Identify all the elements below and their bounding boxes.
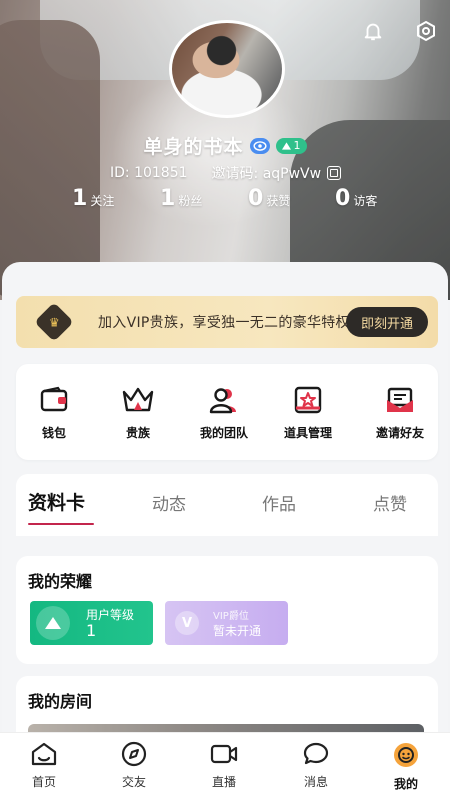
honor-section: 我的荣耀 用户等级 1 V VIP爵位 暂未开通 bbox=[16, 556, 438, 664]
vip-activate-button[interactable]: 即刻开通 bbox=[346, 307, 428, 337]
home-icon bbox=[31, 742, 57, 766]
tab-works[interactable]: 作品 bbox=[262, 490, 296, 515]
nav-home[interactable]: 首页 bbox=[14, 741, 74, 790]
tools-grid: 钱包 贵族 我的团队 道具管理 邀请好友 bbox=[16, 364, 438, 460]
tab-active-underline bbox=[28, 523, 94, 525]
compass-icon bbox=[121, 741, 147, 767]
vip-crown-icon: ♛ bbox=[34, 302, 74, 342]
tab-profile-card[interactable]: 资料卡 bbox=[28, 488, 85, 515]
invite-icon bbox=[387, 387, 413, 412]
tool-team[interactable]: 我的团队 bbox=[184, 386, 264, 441]
level-badge: 1 bbox=[275, 137, 307, 154]
nickname-row: 单身的书本 1 bbox=[0, 132, 450, 159]
profile-tabs: 资料卡 动态 作品 点赞 bbox=[16, 474, 438, 536]
stat-likes[interactable]: 0 获赞 bbox=[248, 186, 290, 211]
vip-v-icon: V bbox=[175, 611, 199, 635]
nav-live[interactable]: 直播 bbox=[194, 741, 254, 790]
tool-wallet[interactable]: 钱包 bbox=[14, 386, 94, 441]
tool-props[interactable]: 道具管理 bbox=[268, 386, 348, 441]
copy-icon[interactable] bbox=[327, 166, 342, 180]
crown-icon bbox=[122, 387, 154, 412]
tab-moments[interactable]: 动态 bbox=[152, 490, 186, 515]
invite-code: 邀请码: aqPwVw bbox=[211, 166, 322, 182]
nickname: 单身的书本 bbox=[143, 136, 244, 158]
avatar[interactable] bbox=[169, 20, 285, 118]
team-icon bbox=[209, 388, 236, 414]
nav-friends[interactable]: 交友 bbox=[104, 741, 164, 790]
chat-icon bbox=[303, 742, 329, 765]
stat-fans[interactable]: 1 粉丝 bbox=[160, 186, 202, 211]
props-icon bbox=[294, 386, 322, 414]
settings-icon[interactable] bbox=[413, 18, 439, 44]
tool-invite[interactable]: 邀请好友 bbox=[360, 386, 440, 441]
verified-icon bbox=[249, 137, 270, 154]
nav-me[interactable]: 我的 bbox=[376, 741, 436, 792]
wallet-icon bbox=[40, 386, 68, 412]
tab-likes[interactable]: 点赞 bbox=[373, 490, 407, 515]
tool-noble[interactable]: 贵族 bbox=[98, 386, 178, 441]
vip-rank-card[interactable]: V VIP爵位 暂未开通 bbox=[165, 601, 288, 645]
vip-banner-text: 加入VIP贵族，享受独一无二的豪华特权 bbox=[98, 315, 350, 331]
user-id: ID: 101851 bbox=[110, 165, 188, 181]
vip-banner[interactable]: ♛ 加入VIP贵族，享受独一无二的豪华特权 即刻开通 bbox=[16, 296, 438, 348]
user-level-card[interactable]: 用户等级 1 bbox=[30, 601, 153, 645]
bell-icon[interactable] bbox=[360, 18, 386, 44]
stat-following[interactable]: 1 关注 bbox=[72, 186, 114, 211]
honor-title: 我的荣耀 bbox=[28, 572, 93, 591]
video-icon bbox=[210, 744, 238, 764]
level-triangle-icon bbox=[36, 606, 70, 640]
stats-row: 1 关注 1 粉丝 0 获赞 0 访客 bbox=[0, 186, 450, 218]
nav-messages[interactable]: 消息 bbox=[286, 741, 346, 790]
room-title: 我的房间 bbox=[28, 692, 93, 711]
stat-visitors[interactable]: 0 访客 bbox=[335, 186, 377, 211]
bottom-nav: 首页 交友 直播 消息 我的 bbox=[0, 732, 450, 800]
me-icon bbox=[394, 743, 418, 767]
id-row: ID: 101851 邀请码: aqPwVw bbox=[110, 163, 342, 183]
